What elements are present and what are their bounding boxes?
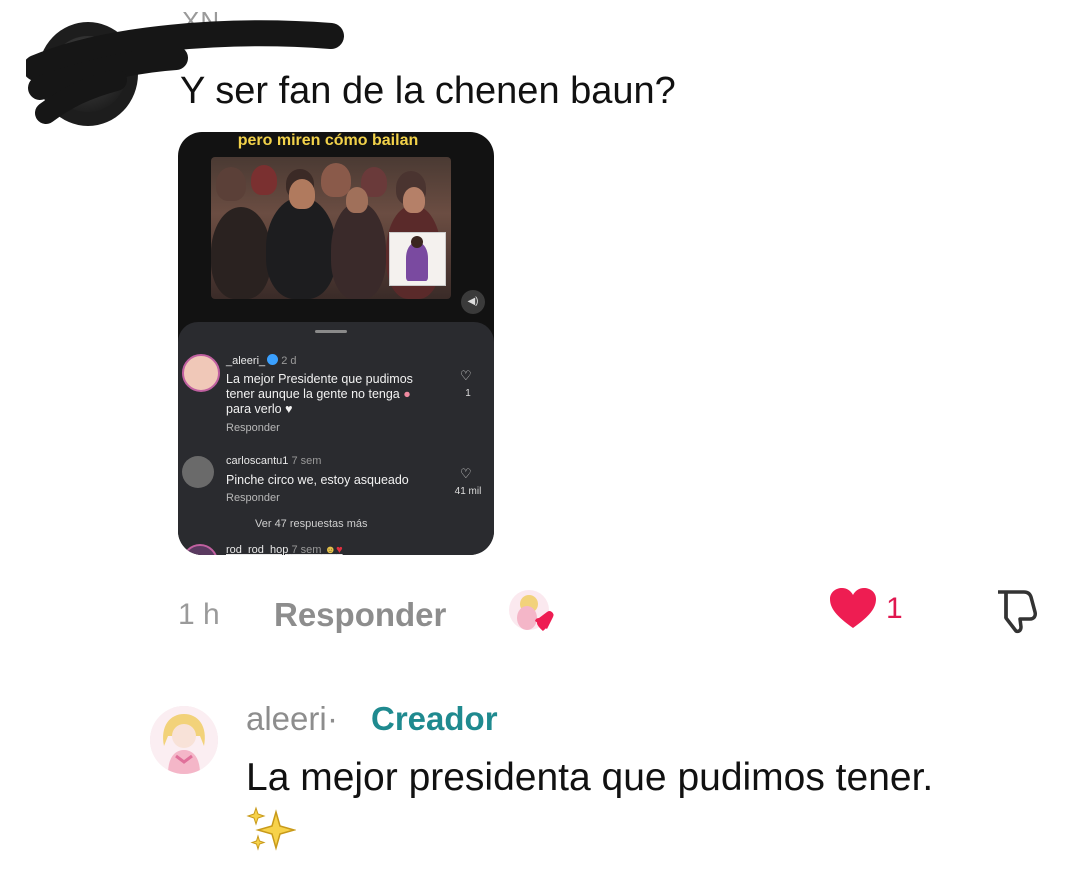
verified-icon: [267, 354, 279, 365]
comment-username[interactable]: rod_rod_hop 7 sem ☻♥: [226, 544, 343, 555]
comment-like-icon[interactable]: ♡: [460, 368, 472, 384]
view-more-replies[interactable]: Ver 47 respuestas más: [255, 518, 368, 530]
sound-icon[interactable]: ◀): [461, 290, 485, 314]
drag-handle[interactable]: [315, 330, 347, 333]
reply-text: La mejor presidenta que pudimos tener.: [246, 756, 934, 799]
avatar[interactable]: [182, 544, 218, 555]
comment-like-icon[interactable]: ♡: [460, 466, 472, 482]
comment-timestamp: 1 h: [178, 598, 220, 631]
avatar[interactable]: [182, 354, 220, 392]
comments-panel: _aleeri_ 2 d La mejor Presidente que pud…: [178, 322, 494, 555]
video-caption: pero miren cómo bailan: [237, 132, 419, 149]
comment-time: 7 sem: [291, 544, 322, 555]
creator-liked-icon: [509, 590, 554, 631]
comment-username[interactable]: _aleeri_ 2 d: [226, 354, 297, 367]
comment-like-count: 1: [465, 388, 471, 399]
comment-reply[interactable]: Responder: [226, 492, 280, 504]
sign-language-interpreter: [389, 232, 446, 286]
avatar[interactable]: [182, 456, 214, 488]
comment-text: Pinche circo we, estoy asqueado: [226, 473, 409, 487]
sparkles-icon: [246, 806, 296, 851]
comment-time: 2 d: [281, 355, 297, 367]
like-heart-icon[interactable]: [828, 586, 878, 630]
comment-like-count: 41 mil: [454, 486, 482, 497]
creator-avatar[interactable]: [150, 706, 218, 774]
comment-time: 7 sem: [291, 455, 322, 467]
dislike-icon[interactable]: [990, 586, 1040, 634]
reply-button[interactable]: Responder: [274, 596, 446, 634]
comment-reply[interactable]: Responder: [226, 422, 280, 434]
like-count: 1: [886, 592, 903, 625]
creator-badge: Creador: [371, 700, 498, 737]
comment-username[interactable]: carloscantu1 7 sem: [226, 455, 321, 467]
embedded-screenshot[interactable]: pero miren cómo bailan ◀) _aleeri_ 2 d L…: [178, 132, 494, 555]
brain-emoji-icon: ●: [403, 387, 411, 401]
separator: ·: [327, 700, 338, 737]
emoji-icon: ☻: [324, 544, 337, 555]
heart-icon: ♥: [285, 402, 293, 416]
reply-username[interactable]: aleeri: [246, 700, 327, 738]
comment-text: La mejor Presidente que pudimos tener au…: [226, 372, 413, 416]
comment-text: Y ser fan de la chenen baun?: [180, 70, 676, 112]
